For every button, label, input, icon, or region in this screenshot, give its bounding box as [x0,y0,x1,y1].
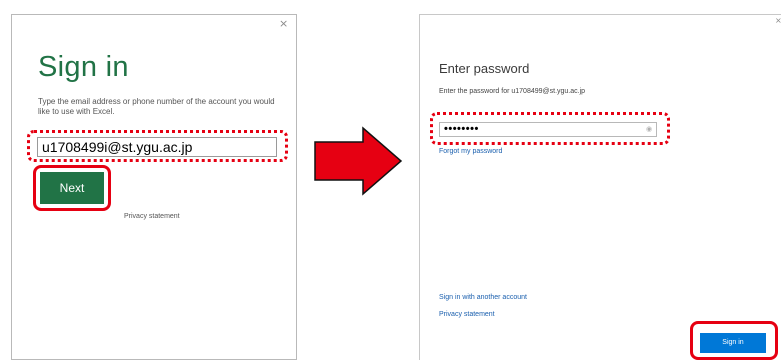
forgot-password-link[interactable]: Forgot my password [439,148,502,155]
privacy-statement-link[interactable]: Privacy statement [124,213,180,220]
close-icon[interactable]: × [775,17,781,25]
password-highlight-box [430,112,670,145]
next-highlight-box [33,165,111,211]
password-description: Enter the password for u1708499@st.ygu.a… [439,88,586,95]
another-account-link[interactable]: Sign in with another account [439,294,527,301]
sign-in-highlight-box [690,321,778,360]
right-arrow-icon [314,126,403,196]
sign-in-title: Sign in [38,51,129,83]
email-highlight-box [27,130,288,162]
close-icon[interactable]: × [279,18,288,29]
password-title: Enter password [439,61,530,76]
privacy-statement-link[interactable]: Privacy statement [439,311,495,318]
sign-in-description: Type the email address or phone number o… [38,97,275,116]
